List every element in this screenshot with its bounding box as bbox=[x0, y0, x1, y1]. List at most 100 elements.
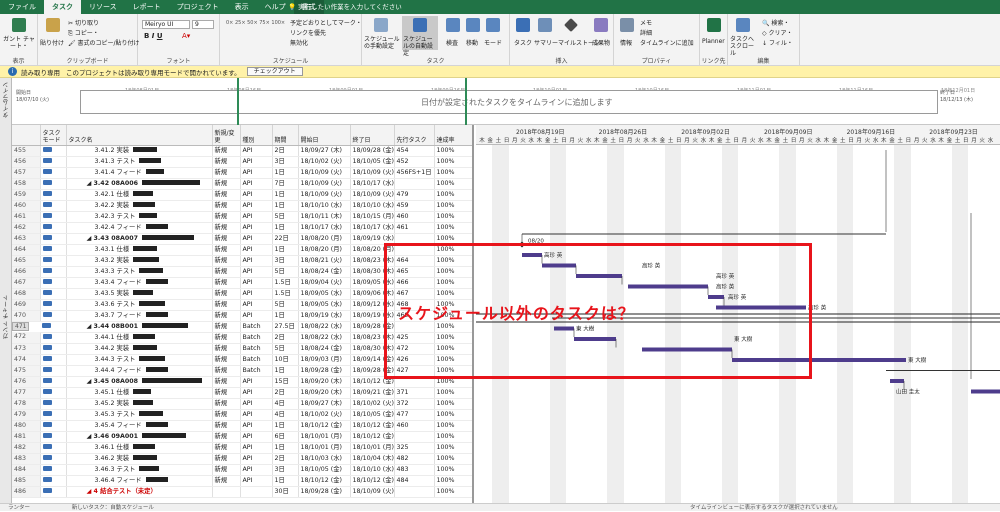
move-icon[interactable] bbox=[466, 18, 480, 32]
manual-schedule-button[interactable]: スケジュールの手動設定 bbox=[364, 36, 400, 50]
table-row[interactable]: 457 3.41.4 フィード 新規 API 1日 18/10/09 (火) 18/10/0… bbox=[12, 167, 472, 179]
paste-button[interactable]: 貼り付け bbox=[40, 38, 64, 47]
gantt-chart-icon[interactable] bbox=[12, 18, 26, 32]
summary-button[interactable]: サマリー bbox=[534, 38, 558, 47]
cell-pct-text: 100% bbox=[436, 443, 455, 451]
table-row[interactable]: 480 3.45.4 フィード 新規 API 1日 18/10/12 (金) 18/10/1… bbox=[12, 420, 472, 432]
column-header-3[interactable]: 新規/変更 bbox=[212, 125, 241, 146]
tab-0[interactable]: ファイル bbox=[0, 0, 44, 14]
fill-button[interactable]: ↓ フィル・ bbox=[762, 38, 793, 47]
mark-on-track-button[interactable]: 予定どおりとしてマーク・ bbox=[290, 18, 362, 27]
table-row[interactable]: 460 3.42.2 実装 新規 API 1日 18/10/10 (水) 18/10/10 … bbox=[12, 200, 472, 212]
font-size-select[interactable]: 9 bbox=[192, 20, 214, 29]
cell-id-text: 457 bbox=[14, 168, 27, 176]
table-row[interactable]: 462 3.42.4 フィード 新規 API 1日 18/10/17 (水) 18/10/1… bbox=[12, 222, 472, 234]
manual-schedule-icon[interactable] bbox=[374, 18, 388, 32]
info-button[interactable]: 情報 bbox=[620, 38, 632, 47]
planner-button[interactable]: Planner bbox=[702, 38, 725, 45]
inactivate-button[interactable]: 無効化 bbox=[290, 38, 308, 47]
task-insert-button[interactable]: タスク bbox=[514, 38, 532, 47]
mode-button[interactable]: モード bbox=[484, 38, 502, 47]
details-button[interactable]: 詳細 bbox=[640, 28, 652, 37]
cell-id-text: 467 bbox=[14, 278, 27, 286]
cell-kind: Batch bbox=[240, 343, 273, 355]
scroll-to-task-icon[interactable] bbox=[736, 18, 750, 32]
timeline-view[interactable]: タイムライン 開始日 18/07/10 (火) 終了日 18/12/13 (木) 1… bbox=[0, 78, 1000, 125]
table-row[interactable]: 458 ◢ 3.42 08A006 新規 API 7日 18/10/09 (火) 18/10… bbox=[12, 178, 472, 190]
tab-2[interactable]: リソース bbox=[81, 0, 125, 14]
cell-dur-text: 5日 bbox=[274, 267, 285, 275]
cell-mode bbox=[40, 365, 67, 377]
font-name-select[interactable]: Meiryo UI bbox=[142, 20, 190, 29]
column-header-4[interactable]: 種別 bbox=[240, 125, 273, 146]
respect-links-button[interactable]: リンクを優先 bbox=[290, 28, 326, 37]
table-row[interactable]: 461 3.42.3 テスト 新規 API 5日 18/10/11 (木) 18/10/15… bbox=[12, 211, 472, 223]
format-painter-button[interactable]: 🖌 書式のコピー/貼り付け bbox=[68, 38, 140, 47]
table-row[interactable]: 484 3.46.3 テスト 新規 API 3日 18/10/05 (金) 18/10/10… bbox=[12, 464, 472, 476]
column-header-5[interactable]: 期間 bbox=[272, 125, 299, 146]
task-mode-icon bbox=[42, 410, 52, 416]
planner-icon[interactable] bbox=[707, 18, 721, 32]
column-header-1[interactable]: タスク モード bbox=[40, 125, 67, 146]
percent-buttons[interactable]: 0× 25× 50× 75× 100× bbox=[226, 20, 285, 26]
table-row[interactable]: 482 3.46.1 仕様 新規 API 1日 18/10/01 (月) 18/10/01 … bbox=[12, 442, 472, 454]
column-header-2[interactable]: タスク名 bbox=[66, 125, 213, 146]
cut-button[interactable]: ✂ 切り取り bbox=[68, 18, 99, 27]
auto-schedule-button[interactable]: スケジュールの自動設定 bbox=[403, 36, 437, 57]
info-icon[interactable] bbox=[620, 18, 634, 32]
task-insert-icon[interactable] bbox=[516, 18, 530, 32]
column-header-8[interactable]: 先行タスク bbox=[394, 125, 435, 146]
column-header-6[interactable]: 開始日 bbox=[298, 125, 351, 146]
inspect-icon[interactable] bbox=[446, 18, 460, 32]
cell-id: 469 bbox=[12, 299, 41, 311]
group-link: Planner リンク先 bbox=[700, 14, 728, 66]
bold-button[interactable]: B I U bbox=[144, 32, 163, 40]
tab-5[interactable]: 表示 bbox=[227, 0, 257, 14]
tab-3[interactable]: レポート bbox=[125, 0, 169, 14]
table-row[interactable]: 459 3.42.1 仕様 新規 API 1日 18/10/09 (火) 18/10/09 … bbox=[12, 189, 472, 201]
gantt-chart-button[interactable]: ガント チャート・ bbox=[2, 36, 36, 50]
deliverable-icon[interactable] bbox=[594, 18, 608, 32]
cell-finish-text: 18/10/12 (金) bbox=[352, 421, 394, 429]
clear-button[interactable]: ◇ クリア・ bbox=[762, 28, 793, 37]
notes-button[interactable]: メモ bbox=[640, 18, 652, 27]
milestone-icon[interactable] bbox=[564, 18, 578, 32]
mode-icon[interactable] bbox=[486, 18, 500, 32]
paste-icon[interactable] bbox=[46, 18, 60, 32]
cell-kind: API bbox=[240, 475, 273, 487]
find-button[interactable]: 🔍 検索・ bbox=[762, 18, 789, 27]
deliverable-button[interactable]: 成果物 bbox=[592, 38, 610, 47]
font-color-button[interactable]: A▾ bbox=[182, 32, 190, 40]
column-header-7[interactable]: 終了日 bbox=[350, 125, 395, 146]
cell-pct: 100% bbox=[434, 431, 472, 443]
add-to-timeline-button[interactable]: タイムラインに追加 bbox=[640, 38, 694, 47]
status-new-tasks[interactable]: 新しいタスク：自動スケジュール bbox=[72, 505, 154, 511]
column-header-0[interactable] bbox=[12, 125, 41, 146]
cell-start: 18/08/20 (月) bbox=[298, 244, 351, 256]
task-mode-icon bbox=[42, 454, 52, 460]
table-row[interactable]: 455 3.41.2 実装 新規 API 2日 18/09/27 (木) 18/09/28 … bbox=[12, 145, 472, 157]
cell-name-text: 3.43.1 仕様 bbox=[94, 245, 130, 253]
check-out-button[interactable]: チェックアウト bbox=[246, 67, 303, 76]
cell-kind-text: API bbox=[242, 267, 253, 275]
table-row[interactable]: 456 3.41.3 テスト 新規 API 3日 18/10/02 (火) 18/10/05… bbox=[12, 156, 472, 168]
table-row[interactable]: 479 3.45.3 テスト 新規 API 4日 18/10/02 (火) 18/10/05… bbox=[12, 409, 472, 421]
scroll-to-task-button[interactable]: タスクへスクロール bbox=[730, 36, 758, 57]
cell-pct-text: 100% bbox=[436, 179, 455, 187]
table-row[interactable]: 478 3.45.2 実装 新規 API 4日 18/09/27 (木) 18/10/02 … bbox=[12, 398, 472, 410]
inspect-button[interactable]: 検査 bbox=[446, 38, 458, 47]
table-row[interactable]: 485 3.46.4 フィード 新規 API 1日 18/10/12 (金) 18/10/1… bbox=[12, 475, 472, 487]
table-row[interactable]: 481 ◢ 3.46 09A001 新規 API 6日 18/10/01 (月) 18/10… bbox=[12, 431, 472, 443]
table-row[interactable]: 486 ◢ 4 結合テスト（未定） 30日 18/09/28 (金) 18/10/09 … bbox=[12, 486, 472, 498]
move-button[interactable]: 移動 bbox=[466, 38, 478, 47]
table-row[interactable]: 477 3.45.1 仕様 新規 API 2日 18/09/20 (木) 18/09/21 … bbox=[12, 387, 472, 399]
timeline-bar[interactable]: 日付が設定されたタスクをタイムラインに追加します bbox=[80, 90, 938, 114]
tab-1[interactable]: タスク bbox=[44, 0, 81, 14]
column-header-9[interactable]: 達成率 bbox=[434, 125, 472, 146]
auto-schedule-icon[interactable] bbox=[413, 18, 427, 32]
copy-button[interactable]: ⎘ コピー・ bbox=[68, 28, 99, 38]
summary-icon[interactable] bbox=[538, 18, 552, 32]
tab-4[interactable]: プロジェクト bbox=[169, 0, 227, 14]
table-row[interactable]: 483 3.46.2 実装 新規 API 2日 18/10/03 (水) 18/10/04 … bbox=[12, 453, 472, 465]
tell-me-box[interactable]: 💡 実行したい作業を入力してください bbox=[288, 2, 408, 12]
